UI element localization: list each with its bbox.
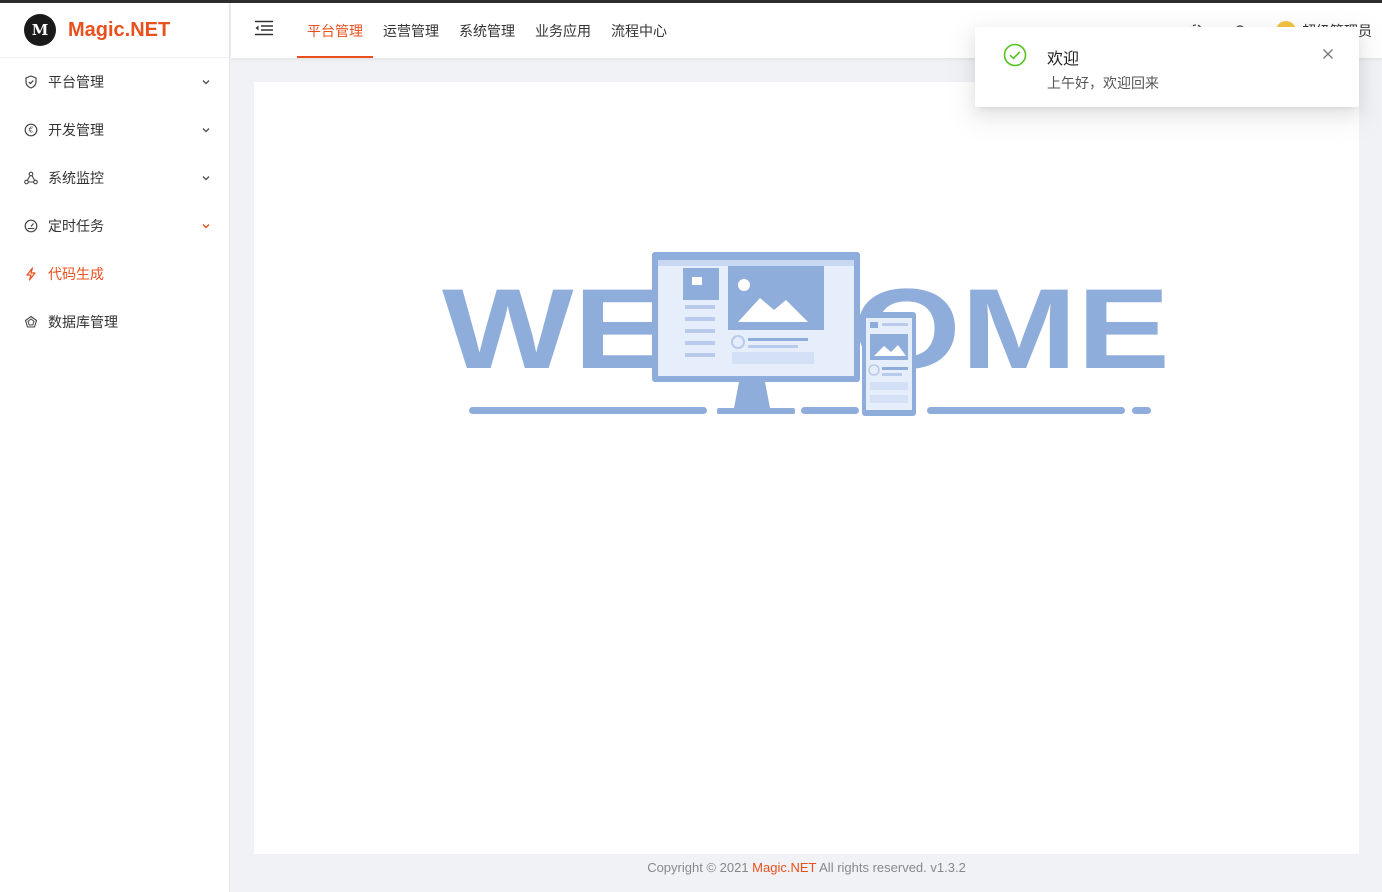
sidebar-item-label: 数据库管理 [48,314,118,330]
welcome-illustration: WELCOME [442,252,1170,416]
brand-title: Magic.NET [68,18,171,41]
euro-circle-icon: € [24,123,38,137]
chevron-down-icon [201,173,211,183]
sidebar: M Magic.NET 平台管理 € 开发管理 系统监控 定时任务 代码生成 数… [0,3,230,892]
sidebar-item-label: 代码生成 [48,266,104,282]
tab-business[interactable]: 业务应用 [525,3,601,58]
sidebar-item-development[interactable]: € 开发管理 [0,106,229,154]
sidebar-item-database[interactable]: 数据库管理 [0,298,229,346]
main-content: WELCOME [254,82,1359,854]
copyright-prefix: Copyright © 2021 [647,860,753,875]
menu-fold-button[interactable] [231,3,297,58]
sidebar-item-label: 定时任务 [48,218,104,234]
dashboard-icon [24,219,38,233]
close-icon[interactable] [1321,47,1335,61]
sidebar-item-monitor[interactable]: 系统监控 [0,154,229,202]
check-circle-icon [1003,43,1027,67]
tab-platform[interactable]: 平台管理 [297,3,373,58]
sidebar-item-label: 系统监控 [48,170,104,186]
welcome-notification: 欢迎 上午好，欢迎回来 [975,27,1359,107]
phone-graphic [862,312,916,416]
cluster-icon [24,171,38,185]
footer: Copyright © 2021 Magic.NET All rights re… [231,860,1382,886]
database-icon [24,315,38,329]
notification-message: 上午好，欢迎回来 [1047,75,1159,91]
svg-text:€: € [29,126,34,135]
sidebar-item-label: 平台管理 [48,74,104,90]
tab-operations[interactable]: 运营管理 [373,3,449,58]
shield-icon [24,75,38,89]
tab-workflow[interactable]: 流程中心 [601,3,677,58]
chevron-down-icon [201,77,211,87]
logo-icon: M [24,14,56,46]
sidebar-item-platform[interactable]: 平台管理 [0,58,229,106]
tab-system[interactable]: 系统管理 [449,3,525,58]
top-nav-tabs: 平台管理 运营管理 系统管理 业务应用 流程中心 [297,3,677,58]
copyright-suffix: All rights reserved. v1.3.2 [816,860,966,875]
sidebar-menu: 平台管理 € 开发管理 系统监控 定时任务 代码生成 数据库管理 [0,58,229,346]
sidebar-item-label: 开发管理 [48,122,104,138]
chevron-down-icon [201,125,211,135]
brand[interactable]: M Magic.NET [0,3,229,58]
footer-brand-link[interactable]: Magic.NET [752,860,816,875]
notification-title: 欢迎 [1047,51,1080,68]
thunderbolt-icon [24,267,38,281]
sidebar-item-code-generation[interactable]: 代码生成 [0,250,229,298]
chevron-down-icon [201,221,211,231]
menu-fold-icon [254,20,274,41]
sidebar-item-scheduled-tasks[interactable]: 定时任务 [0,202,229,250]
